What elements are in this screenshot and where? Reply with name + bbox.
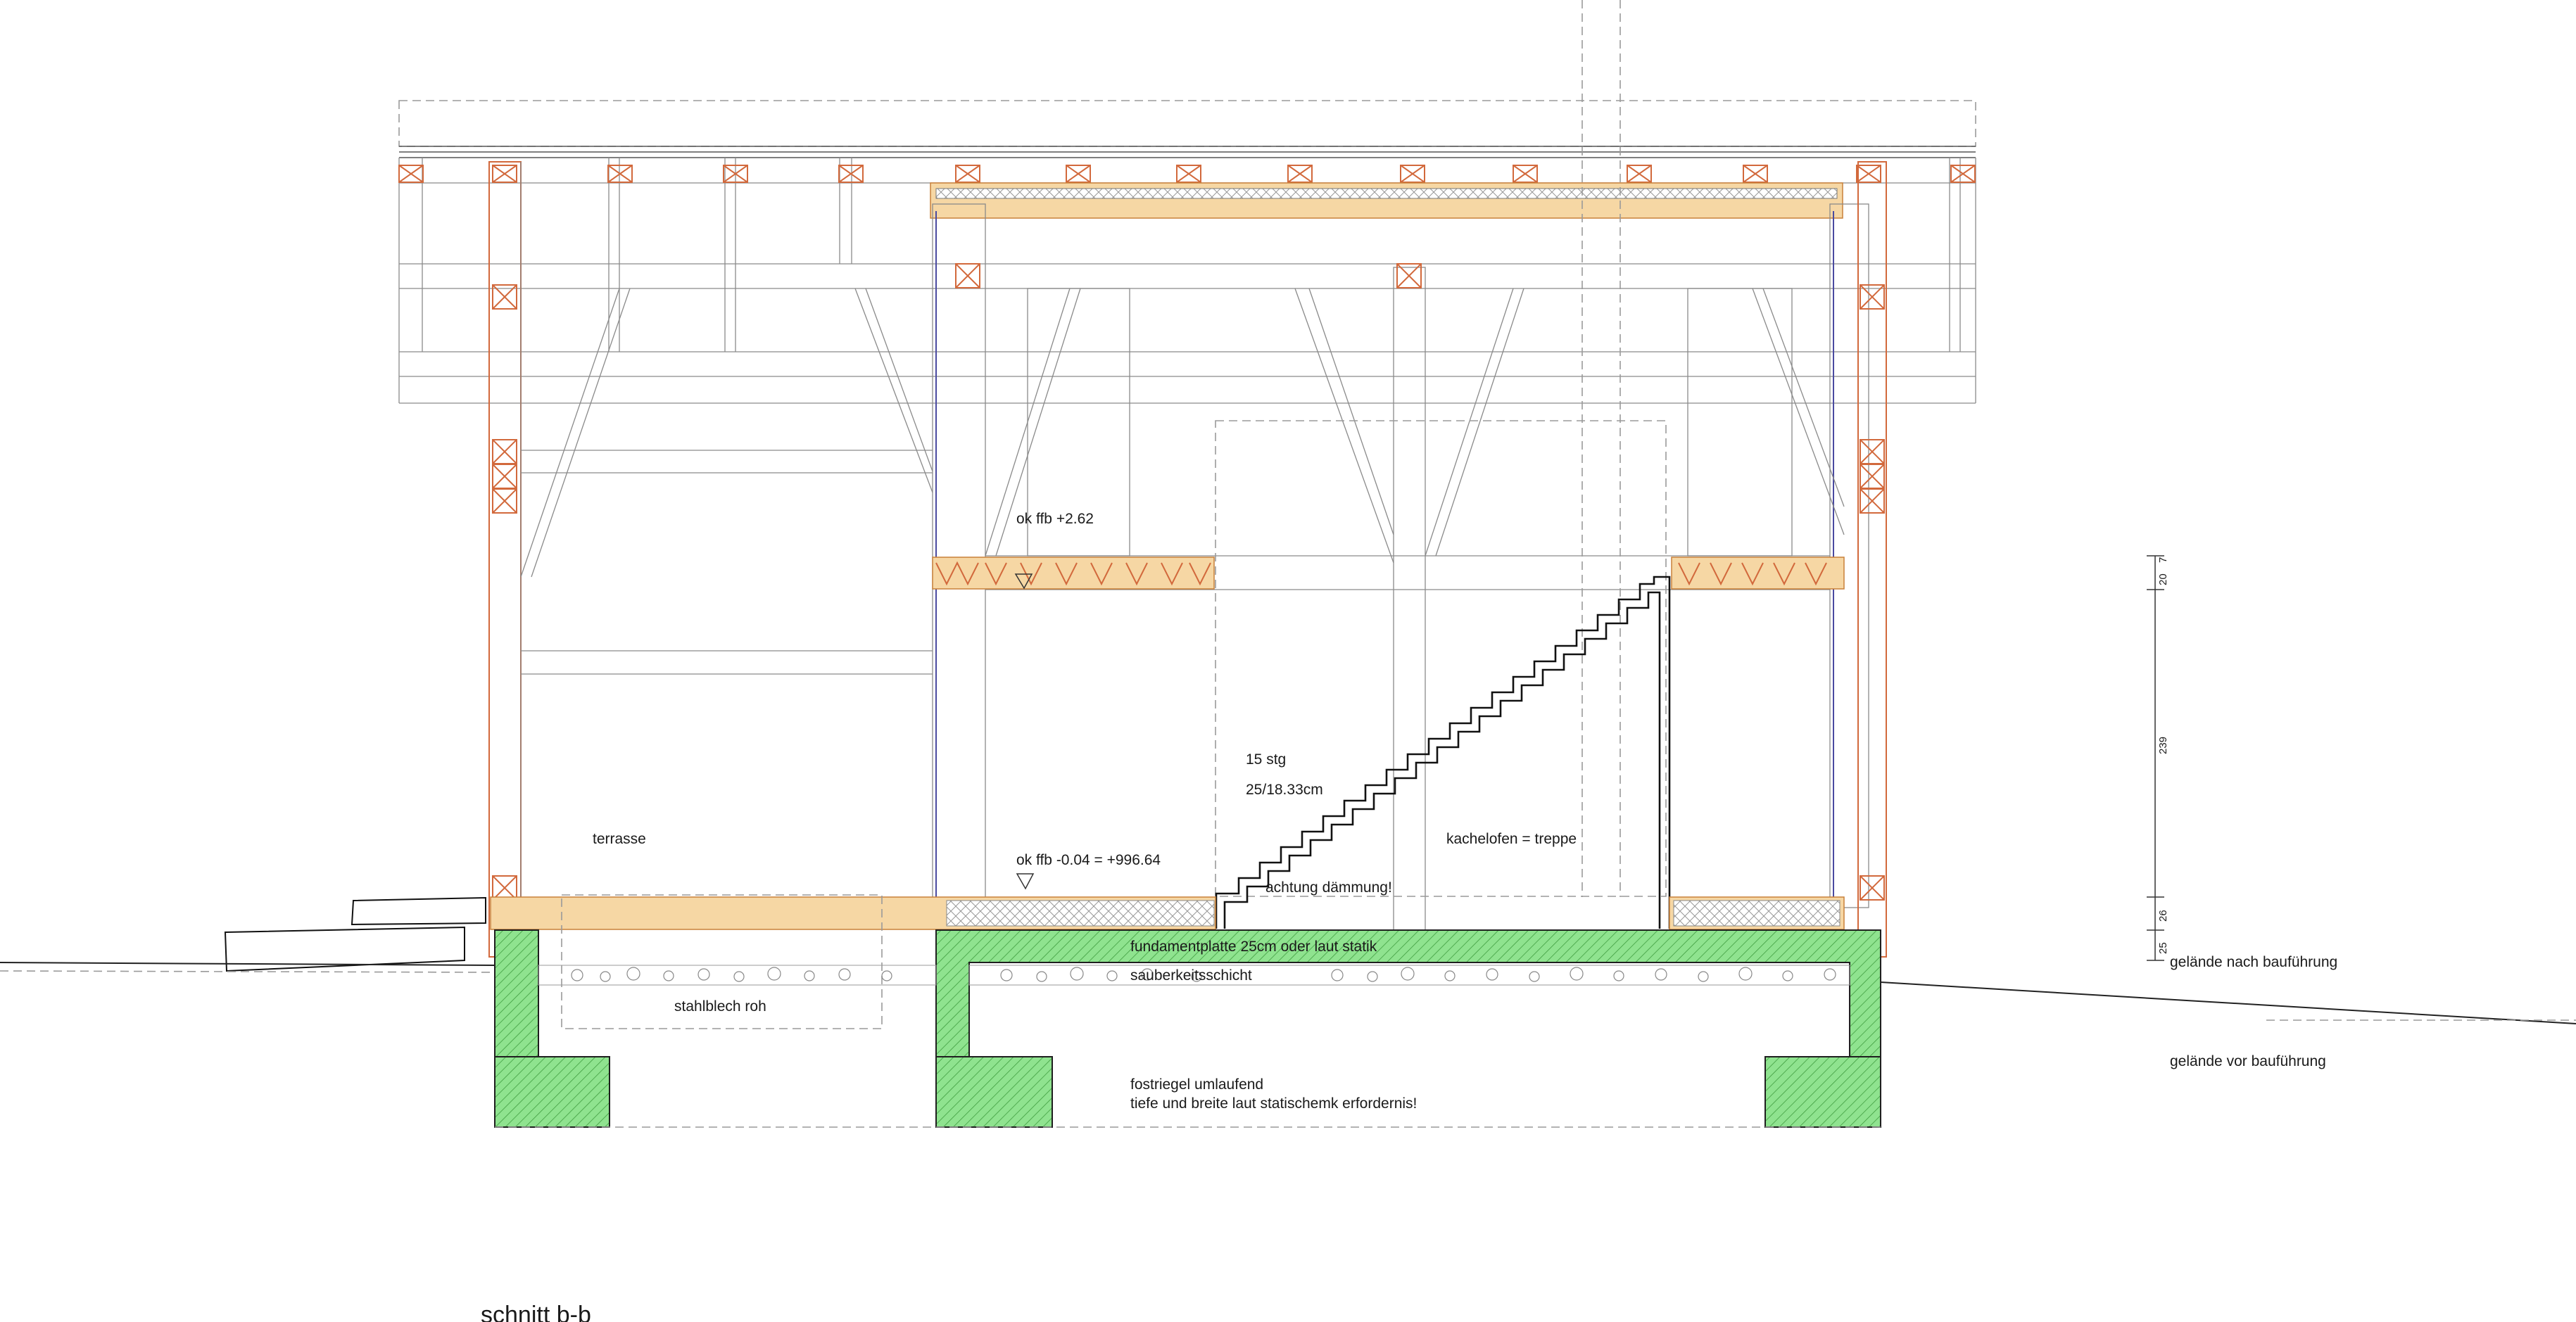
section-drawing: 20 7 239 26 25 terrasse ok ffb +2.62 ok … (0, 0, 2576, 1322)
label-terrasse: terrasse (593, 831, 646, 847)
dim-26: 26 (2157, 910, 2169, 922)
walls (488, 0, 1887, 958)
dim-239: 239 (2157, 737, 2169, 754)
terrain (0, 962, 2576, 1024)
label-stove: kachelofen = treppe (1446, 831, 1577, 847)
label-steel: stahlblech roh (674, 998, 766, 1015)
roof-structure (398, 100, 1976, 404)
label-terrain-before: gelände vor bauführung (2170, 1053, 2326, 1069)
drawing-title: schnitt b-b (481, 1302, 591, 1322)
label-level-upper: ok ffb +2.62 (1016, 511, 1094, 527)
label-stair-size: 25/18.33cm (1246, 782, 1323, 798)
dim-7: 7 (2157, 557, 2169, 563)
label-slab: fundamentplatte 25cm oder laut statik (1130, 939, 1377, 955)
label-cleanlayer: sauberkeitsschicht (1130, 967, 1252, 984)
label-frost-1: fostriegel umlaufend (1130, 1076, 1263, 1093)
dimension-chain: 20 7 239 26 25 (2147, 555, 2169, 961)
dim-25: 25 (2157, 942, 2169, 954)
label-terrain-after: gelände nach bauführung (2170, 954, 2337, 970)
label-insulation-note: achtung dämmung! (1265, 879, 1392, 896)
label-level-ground: ok ffb -0.04 = +996.64 (1016, 852, 1161, 868)
dim-20: 20 (2157, 573, 2169, 585)
label-stair-count: 15 stg (1246, 751, 1286, 768)
upper-floor (932, 557, 1845, 590)
label-frost-2: tiefe und breite laut statischemk erford… (1130, 1095, 1417, 1112)
